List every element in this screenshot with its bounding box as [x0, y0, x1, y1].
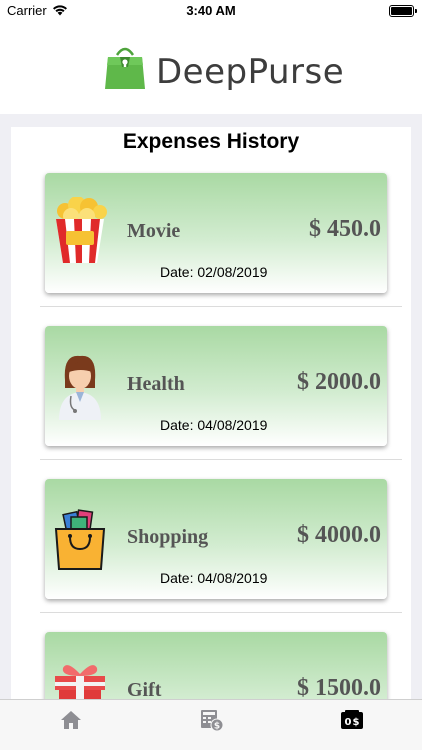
- app-name: DeepPurse: [156, 52, 345, 92]
- row-divider: [40, 612, 402, 613]
- gift-icon: [55, 665, 105, 700]
- page-title: Expenses History: [122, 130, 300, 153]
- expense-amount: $ 2000.0: [297, 369, 381, 395]
- status-bar: Carrier 3:40 AM: [0, 0, 422, 22]
- popcorn-icon: [56, 197, 107, 263]
- doctor-icon: [59, 355, 101, 420]
- tab-bar: $ 0 $: [0, 699, 422, 750]
- expense-category: Gift: [127, 679, 162, 700]
- status-time: 3:40 AM: [186, 3, 236, 18]
- expense-amount: $ 4000.0: [297, 522, 381, 548]
- expense-amount: $ 1500.0: [297, 675, 381, 700]
- expense-card-health[interactable]: Health $ 2000.0 Date: 04/08/2019: [45, 326, 387, 446]
- expense-date: Date: 04/08/2019: [160, 570, 268, 586]
- expense-category: Movie: [127, 220, 181, 242]
- svg-text:0: 0: [345, 717, 352, 728]
- expense-category: Shopping: [127, 526, 209, 548]
- expense-card-shopping[interactable]: Shopping $ 4000.0 Date: 04/08/2019: [45, 479, 387, 599]
- expense-date: Date: 02/08/2019: [160, 264, 268, 280]
- expense-amount: $ 450.0: [309, 216, 381, 242]
- wallet-bag-logo-icon: [105, 47, 145, 89]
- expense-category: Health: [127, 373, 185, 395]
- calculator-dollar-icon[interactable]: $: [200, 708, 224, 732]
- row-divider: [40, 459, 402, 460]
- battery-icon: [389, 5, 417, 17]
- expenses-history-panel: Expenses History Movie $ 450.0 Date: 02/…: [11, 127, 411, 700]
- expense-date: Date: 04/08/2019: [160, 417, 268, 433]
- wallet-dollar-icon[interactable]: 0 $: [340, 708, 364, 732]
- expense-card-movie[interactable]: Movie $ 450.0 Date: 02/08/2019: [45, 173, 387, 293]
- svg-text:$: $: [353, 717, 360, 728]
- row-divider: [40, 306, 402, 307]
- svg-text:$: $: [214, 722, 220, 732]
- expense-card-gift[interactable]: Gift $ 1500.0: [45, 632, 387, 700]
- app-header: DeepPurse: [0, 22, 422, 114]
- shopping-bag-icon: [54, 509, 106, 570]
- home-icon[interactable]: [59, 708, 83, 732]
